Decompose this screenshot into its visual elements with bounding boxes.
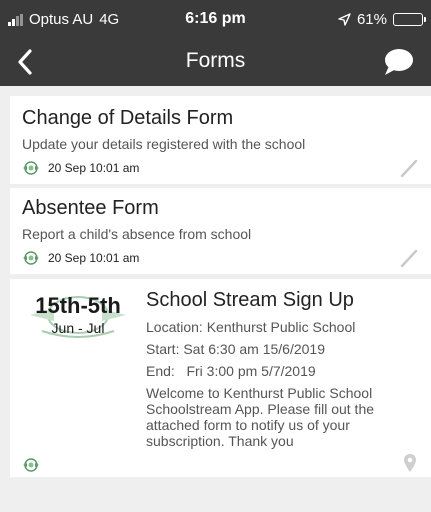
pencil-icon[interactable]	[399, 158, 419, 178]
event-end: End: Fri 3:00 pm 5/7/2019	[146, 363, 316, 379]
school-crest-icon	[23, 161, 39, 175]
event-start: Start: Sat 6:30 am 15/6/2019	[146, 341, 326, 357]
page-title: Forms	[185, 49, 246, 72]
event-month-range: Jun - Jul	[51, 320, 105, 336]
form-meta: 20 Sep 10:01 am	[22, 250, 139, 266]
event-title: School Stream Sign Up	[146, 289, 354, 311]
form-date: 20 Sep 10:01 am	[48, 251, 140, 265]
battery-icon	[393, 13, 426, 26]
event-location: Location: Kenthurst Public School	[146, 319, 356, 335]
status-right: 61%	[338, 11, 426, 28]
school-crest-icon	[23, 251, 39, 265]
status-bar: Optus AU 4G 6:16 pm 61%	[0, 0, 431, 38]
location-pin-icon[interactable]	[403, 453, 417, 473]
event-date-range: 15th-5th	[35, 293, 121, 318]
pencil-icon[interactable]	[399, 248, 419, 268]
event-description: Welcome to Kenthurst Public School Schoo…	[146, 385, 375, 449]
form-title: Absentee Form	[22, 197, 159, 219]
form-item[interactable]: Change of Details Form Update your detai…	[10, 96, 431, 184]
form-title: Change of Details Form	[22, 107, 234, 129]
nav-bar: Forms	[0, 38, 431, 86]
form-item[interactable]: Absentee Form Report a child's absence f…	[10, 188, 431, 274]
form-date: 20 Sep 10:01 am	[48, 161, 140, 175]
location-arrow-icon	[338, 13, 351, 26]
event-item[interactable]: 15th-5th Jun - Jul School Stream Sign Up…	[10, 279, 431, 477]
form-description: Update your details registered with the …	[22, 136, 306, 152]
speech-bubble-icon	[385, 49, 413, 75]
chat-button[interactable]	[381, 47, 415, 77]
battery-percent: 61%	[356, 11, 387, 28]
event-thumbnail: 15th-5th Jun - Jul	[22, 291, 134, 371]
form-meta: 20 Sep 10:01 am	[22, 160, 139, 176]
form-description: Report a child's absence from school	[22, 226, 252, 242]
school-crest-icon	[23, 458, 39, 472]
